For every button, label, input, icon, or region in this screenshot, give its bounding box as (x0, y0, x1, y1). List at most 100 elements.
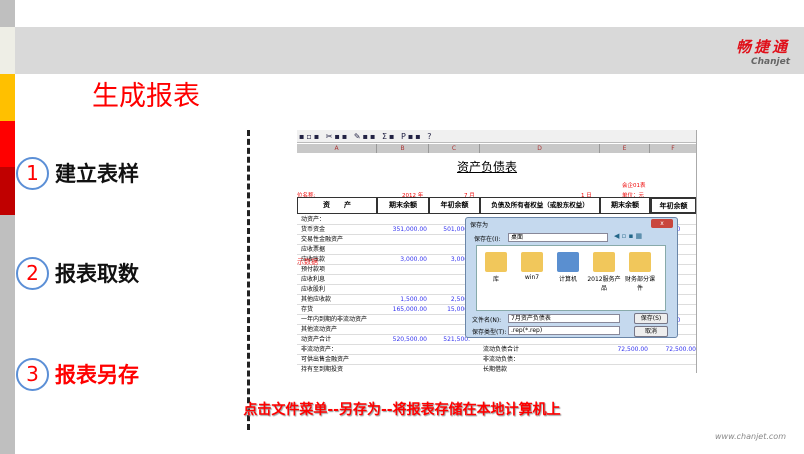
folder-icon (629, 252, 651, 272)
folder-item[interactable]: 财务部分课件 (623, 252, 657, 292)
step-1: 1 建立表样 (16, 156, 139, 190)
logo-en: Chanjet (751, 57, 790, 67)
row-name: 持有至到期投资 (301, 366, 344, 373)
filetype-value: .rep(*.rep) (511, 327, 543, 334)
save-button[interactable]: 保存(S) (634, 313, 668, 324)
side-strip-red (0, 121, 15, 167)
folder-item[interactable]: 库 (479, 252, 513, 283)
step-2: 2 报表取数 (16, 256, 139, 290)
begin-balance: 521,500. (443, 336, 470, 343)
row-name: 存货 (301, 306, 314, 313)
row-name: 货币资金 (301, 226, 326, 233)
step-3: 3 报表另存 (16, 357, 139, 391)
form-code: 会企01表 (622, 183, 646, 189)
liability-end: 72,500.00 (617, 346, 648, 353)
col-b: B (377, 144, 429, 153)
save-in-value: 桌面 (511, 234, 524, 241)
liability-begin: 72,500.00 (665, 346, 696, 353)
header-begin-balance: 年初余额 (429, 197, 480, 214)
header-band (15, 27, 804, 74)
begin-balance: 15,000. (447, 306, 470, 313)
row-name: 交易性金融资产 (301, 236, 344, 243)
row-name: 动资产合计 (301, 336, 332, 343)
library-icon (485, 252, 507, 272)
row-name: 其他应收款 (301, 296, 332, 303)
liability-name: 非流动负债： (483, 356, 520, 363)
col-a: A (297, 144, 377, 153)
folder-icon (593, 252, 615, 272)
caption: 点击文件菜单--另存为--将报表存储在本地计算机上 (243, 402, 561, 418)
row-name: 应收股利 (301, 286, 326, 293)
folder-item[interactable]: 2012服务产品 (587, 252, 621, 292)
brand-logo: 畅捷通 Chanjet (736, 36, 790, 67)
file-label: 财务部分课件 (624, 276, 655, 292)
step-label: 建立表样 (55, 162, 139, 186)
report-title: 资产负债表 (457, 160, 518, 174)
step-number-badge: 3 (16, 357, 49, 391)
save-in-label: 保存在(I): (474, 236, 501, 243)
end-balance: 1,500.00 (400, 296, 427, 303)
filetype-select[interactable]: .rep(*.rep) (508, 326, 620, 335)
website: www.chanjet.com (714, 432, 786, 441)
cancel-button[interactable]: 取消 (634, 326, 668, 337)
side-strip-yellow (0, 74, 15, 121)
table-row: 持有至到期投资 长期借款 (297, 365, 696, 373)
end-balance: 351,000.00 (392, 226, 427, 233)
file-label: 2012服务产品 (587, 276, 621, 292)
col-f: F (650, 144, 696, 153)
liability-name: 流动负债合计 (483, 346, 520, 353)
begin-balance: 501,000. (443, 226, 470, 233)
user-folder-icon (521, 252, 543, 272)
dashed-divider (247, 130, 250, 430)
row-name: 其他流动资产 (301, 326, 338, 333)
computer-icon (557, 252, 579, 272)
step-label: 报表取数 (55, 262, 139, 286)
save-in-select[interactable]: 桌面 (508, 233, 608, 242)
header-end-balance: 期末余额 (377, 197, 429, 214)
toolbar-icons: ▪▫▪ ✂▪▪ ✎▪▪ Σ▪ P▪▪ ? (297, 130, 696, 143)
side-strip-grey (0, 0, 15, 27)
side-strip-light (0, 27, 15, 74)
spreadsheet-screenshot: ▪▫▪ ✂▪▪ ✎▪▪ Σ▪ P▪▪ ? A B C D E F 资产负债表 会… (297, 130, 697, 373)
table-row: 非流动资产： 流动负债合计 72,500.00 72,500.00 (297, 345, 696, 355)
header-begin-balance-2: 年初余额 (650, 197, 696, 214)
filename-input[interactable]: 7月资产负债表 (508, 314, 620, 323)
header-assets: 资 产 (297, 197, 377, 214)
row-name: 非流动资产： (301, 346, 338, 353)
slide-title: 生成报表 (92, 81, 200, 112)
filename-value: 7月资产负债表 (511, 315, 551, 322)
row-name: 一年内到期的非流动资产 (301, 316, 368, 323)
column-headers: A B C D E F (297, 144, 696, 153)
row-name: 应收票据 (301, 246, 326, 253)
end-balance: 165,000.00 (392, 306, 427, 313)
header-liabilities: 负债及所有者权益（或股东权益） (480, 197, 600, 214)
overlay-text: 示数据 (297, 258, 318, 266)
begin-balance: 3,000. (450, 256, 470, 263)
row-name: 动资产： (301, 216, 326, 223)
folder-item[interactable]: win7 (515, 252, 549, 281)
liability-name: 长期借款 (483, 366, 508, 373)
row-name: 可供出售金融资产 (301, 356, 350, 363)
file-label: 计算机 (558, 276, 577, 283)
col-e: E (600, 144, 650, 153)
file-list[interactable]: 库 win7 计算机 2012服务产品 财务部分课件 (476, 245, 666, 311)
side-strip-dark-red (0, 167, 15, 215)
col-d: D (480, 144, 600, 153)
file-label: win7 (524, 274, 540, 281)
step-number-badge: 1 (16, 156, 49, 190)
col-c: C (429, 144, 480, 153)
header-end-balance-2: 期末余额 (600, 197, 650, 214)
folder-item[interactable]: 计算机 (551, 252, 585, 283)
step-label: 报表另存 (55, 363, 139, 387)
table-row: 可供出售金融资产 非流动负债： (297, 355, 696, 365)
filetype-label: 保存类型(T): (472, 329, 507, 336)
end-balance: 3,000.00 (400, 256, 427, 263)
dialog-title: 保存为 (470, 222, 489, 229)
file-label: 库 (492, 276, 499, 283)
end-balance: 520,500.00 (392, 336, 427, 343)
nav-icons[interactable]: ◀ ▫ ▪ ▦ (614, 232, 642, 240)
logo-cn: 畅捷通 (735, 38, 790, 56)
close-button[interactable]: x (651, 219, 673, 228)
step-number-badge: 2 (16, 256, 49, 290)
filename-label: 文件名(N): (472, 317, 502, 324)
